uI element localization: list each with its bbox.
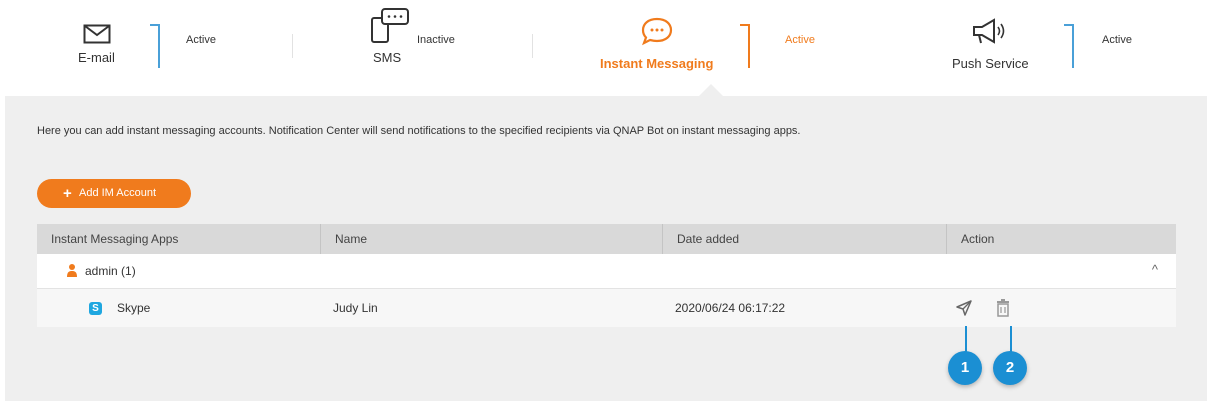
- active-tab-pointer: [698, 84, 724, 97]
- im-accounts-table: Instant Messaging Apps Name Date added A…: [37, 224, 1176, 327]
- tab-label: Push Service: [952, 56, 1029, 71]
- notification-channel-tabs: E-mail Active SMS Inactive Instant Messa…: [0, 0, 1207, 96]
- table-header: Instant Messaging Apps Name Date added A…: [37, 224, 1176, 254]
- column-header-date-added[interactable]: Date added: [662, 224, 946, 254]
- megaphone-icon: [973, 18, 1005, 44]
- status-text: Active: [785, 34, 815, 46]
- envelope-icon: [83, 24, 111, 44]
- cell-date-added: 2020/06/24 06:17:22: [675, 301, 786, 315]
- user-icon: [67, 264, 77, 277]
- sms-phone-icon: [371, 8, 409, 43]
- add-im-account-button[interactable]: + Add IM Account: [37, 179, 191, 208]
- status-bracket: [1064, 24, 1074, 68]
- callout-badge-2: 2: [993, 351, 1027, 385]
- status-text: Active: [1102, 34, 1132, 46]
- status-bracket: [150, 24, 160, 68]
- skype-icon: S: [89, 302, 102, 315]
- group-label: admin (1): [85, 264, 136, 278]
- callout-line-1: [965, 326, 967, 352]
- tab-divider: [532, 34, 533, 58]
- tab-sms[interactable]: SMS Inactive: [360, 0, 520, 96]
- column-header-action: Action: [946, 224, 1176, 254]
- plus-icon: +: [63, 185, 72, 202]
- tab-push-service[interactable]: Push Service Active: [952, 0, 1172, 96]
- status-bracket: [740, 24, 750, 68]
- callout-line-2: [1010, 326, 1012, 352]
- cell-name: Judy Lin: [333, 301, 378, 315]
- status-text: Inactive: [417, 34, 455, 46]
- tab-label: E-mail: [78, 50, 115, 65]
- callout-badge-1: 1: [948, 351, 982, 385]
- send-test-icon[interactable]: [955, 299, 973, 317]
- user-group-row[interactable]: admin (1) ^: [37, 254, 1176, 289]
- tab-instant-messaging[interactable]: Instant Messaging Active: [598, 0, 858, 96]
- cell-app: Skype: [117, 301, 151, 315]
- tab-label: SMS: [373, 50, 402, 65]
- page-description: Here you can add instant messaging accou…: [37, 125, 801, 137]
- collapse-chevron-icon[interactable]: ^: [1152, 262, 1158, 277]
- column-header-apps[interactable]: Instant Messaging Apps: [37, 224, 320, 254]
- tab-divider: [292, 34, 293, 58]
- column-header-name[interactable]: Name: [320, 224, 662, 254]
- table-row[interactable]: S Skype Judy Lin 2020/06/24 06:17:22: [37, 289, 1176, 327]
- tab-email[interactable]: E-mail Active: [70, 0, 270, 96]
- add-button-label: Add IM Account: [79, 187, 157, 199]
- trash-icon[interactable]: [995, 299, 1011, 317]
- chat-bubble-icon: [641, 17, 673, 46]
- status-text: Active: [186, 34, 216, 46]
- tab-label: Instant Messaging: [600, 56, 714, 71]
